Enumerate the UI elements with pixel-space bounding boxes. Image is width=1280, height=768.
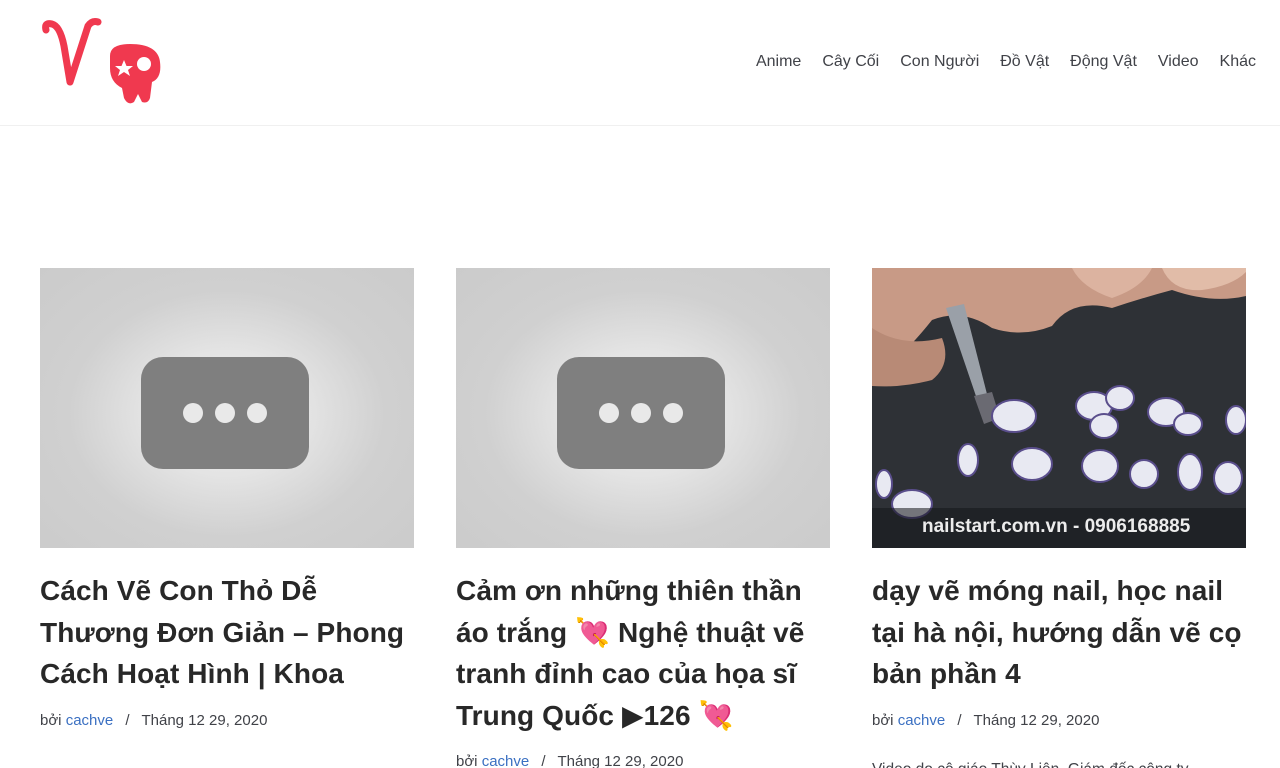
nav-item-cay-coi[interactable]: Cây Cối	[822, 52, 879, 72]
post-title[interactable]: Cách Vẽ Con Thỏ Dễ Thương Đơn Giản – Pho…	[40, 570, 414, 695]
nav-item-anime[interactable]: Anime	[756, 52, 801, 72]
post-excerpt: Video do cô giáo Thùy Liên, Giám đốc côn…	[872, 759, 1246, 768]
post-thumbnail[interactable]	[40, 268, 414, 548]
site-logo[interactable]	[40, 16, 166, 108]
post-meta: bởi cachve / Tháng 12 29, 2020	[872, 711, 1246, 731]
by-label: bởi	[456, 753, 478, 768]
logo-v-letter	[42, 18, 102, 86]
video-placeholder-icon	[141, 357, 309, 469]
nav-item-video[interactable]: Video	[1158, 52, 1199, 72]
video-placeholder-icon	[557, 357, 725, 469]
nav-item-do-vat[interactable]: Đồ Vật	[1000, 52, 1049, 72]
main-nav: Anime Cây Cối Con Người Đồ Vật Động Vật …	[735, 52, 1256, 72]
nav-item-con-nguoi[interactable]: Con Người	[900, 52, 979, 72]
thumbnail-caption: nailstart.com.vn - 0906168885	[922, 516, 1191, 537]
post-title[interactable]: dạy vẽ móng nail, học nail tại hà nội, h…	[872, 570, 1246, 695]
post-meta: bởi cachve / Tháng 12 29, 2020	[456, 752, 830, 768]
nav-item-khac[interactable]: Khác	[1220, 52, 1256, 72]
meta-separator: /	[541, 753, 546, 768]
post-thumbnail[interactable]	[456, 268, 830, 548]
site-header: Anime Cây Cối Con Người Đồ Vật Động Vật …	[0, 0, 1280, 126]
post-date: Tháng 12 29, 2020	[141, 711, 268, 729]
post-title[interactable]: Cảm ơn những thiên thần áo trắng 💘 Nghệ …	[456, 570, 830, 736]
by-label: bởi	[40, 711, 62, 729]
post-card: Cách Vẽ Con Thỏ Dễ Thương Đơn Giản – Pho…	[40, 268, 414, 731]
author-link[interactable]: cachve	[66, 712, 114, 729]
skull-star-icon	[110, 44, 161, 104]
post-meta: bởi cachve / Tháng 12 29, 2020	[40, 711, 414, 731]
post-date: Tháng 12 29, 2020	[973, 711, 1100, 729]
post-date: Tháng 12 29, 2020	[557, 753, 684, 768]
nav-item-dong-vat[interactable]: Động Vật	[1070, 52, 1137, 72]
nail-art-image: nailstart.com.vn - 0906168885	[872, 268, 1246, 548]
post-card: Cảm ơn những thiên thần áo trắng 💘 Nghệ …	[456, 268, 830, 768]
by-label: bởi	[872, 711, 894, 729]
post-thumbnail[interactable]: nailstart.com.vn - 0906168885	[872, 268, 1246, 548]
post-card: nailstart.com.vn - 0906168885 dạy vẽ món…	[872, 268, 1246, 768]
meta-separator: /	[125, 711, 130, 729]
author-link[interactable]: cachve	[898, 712, 946, 729]
meta-separator: /	[957, 711, 962, 729]
author-link[interactable]: cachve	[482, 753, 530, 768]
